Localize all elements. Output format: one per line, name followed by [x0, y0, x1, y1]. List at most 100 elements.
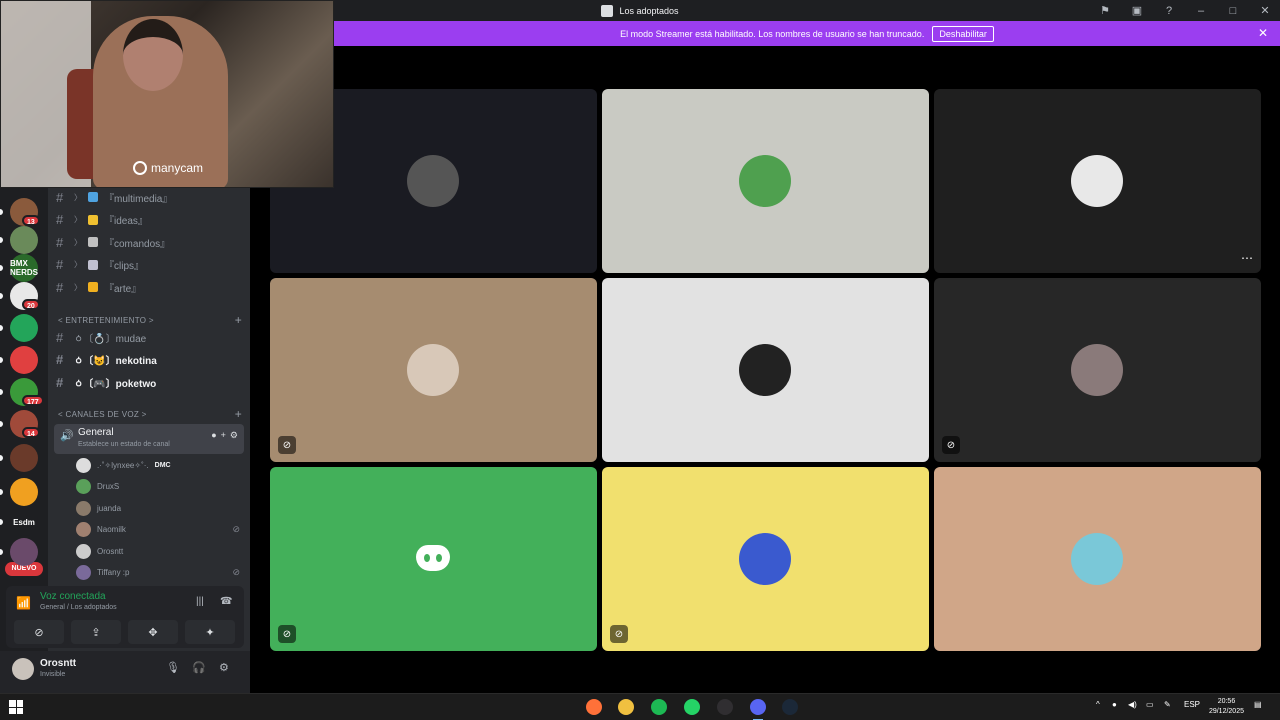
- screen-share-button[interactable]: ⇪: [71, 620, 121, 644]
- files-icon[interactable]: [618, 699, 634, 715]
- participant-tile[interactable]: [602, 278, 929, 462]
- participant-tile[interactable]: ⊘: [270, 467, 597, 651]
- avatar: [76, 500, 91, 516]
- server-icon[interactable]: Esdm: [10, 508, 38, 536]
- muted-icon: ⊘: [232, 567, 240, 577]
- server-icon[interactable]: [10, 444, 38, 472]
- noise-suppression-icon[interactable]: |||: [196, 596, 204, 607]
- pen-icon[interactable]: ✎: [1164, 700, 1171, 709]
- signal-icon[interactable]: 📶: [16, 596, 31, 610]
- title-actions: ⚑ ▣ ? – □ ✕: [1098, 0, 1272, 21]
- participant-tile[interactable]: ⊘: [602, 467, 929, 651]
- text-channel[interactable]: # 〉 『arte』: [56, 277, 244, 297]
- streamer-mode-banner: El modo Streamer está habilitado. Los no…: [334, 21, 1280, 46]
- close-icon[interactable]: ✕: [1258, 4, 1272, 18]
- more-options-icon[interactable]: ⋯: [1241, 251, 1253, 265]
- voice-user[interactable]: Naomilk ⊘: [76, 520, 244, 540]
- windows-start-icon[interactable]: [9, 700, 23, 714]
- discord-icon[interactable]: [750, 699, 766, 720]
- language-indicator[interactable]: ESP: [1184, 700, 1200, 709]
- voice-channel-general[interactable]: 🔊 General Establece un estado de canal ●…: [54, 424, 244, 454]
- avatar[interactable]: [12, 658, 34, 680]
- user-name[interactable]: Orosntt: [40, 658, 76, 669]
- add-channel-icon[interactable]: +: [235, 407, 242, 421]
- add-member-icon[interactable]: +: [221, 430, 226, 441]
- muted-icon: ⊘: [610, 625, 628, 643]
- chevron-up-icon[interactable]: ^: [1096, 700, 1100, 709]
- inbox-icon[interactable]: ⚑: [1098, 4, 1112, 18]
- unread-pip: [0, 549, 3, 555]
- hash-icon: #: [56, 212, 64, 228]
- whatsapp-icon[interactable]: [684, 699, 700, 715]
- obs-icon[interactable]: [717, 699, 733, 715]
- webcam-overlay: manycam: [0, 0, 334, 188]
- server-icon[interactable]: BMX NERDS: [10, 254, 38, 282]
- user-status: Invisible: [40, 671, 66, 678]
- unread-pip: [0, 489, 3, 495]
- voice-connected-location[interactable]: General / Los adoptados: [40, 604, 117, 611]
- muted-icon: ⊘: [942, 436, 960, 454]
- banner-close-icon[interactable]: ✕: [1258, 26, 1268, 40]
- participant-tile[interactable]: ⋯: [934, 89, 1261, 273]
- server-icon[interactable]: [10, 346, 38, 374]
- headphones-icon[interactable]: 🎧: [192, 661, 206, 674]
- unread-pip: [0, 357, 3, 363]
- chat-icon[interactable]: ●: [211, 430, 216, 441]
- webcam-watermark-text: manycam: [151, 161, 204, 175]
- server-icon[interactable]: [10, 538, 38, 566]
- help-icon[interactable]: ?: [1162, 4, 1176, 18]
- text-channel[interactable]: # ㆁ〔🎮〕poketwo: [56, 372, 244, 392]
- channel-status-placeholder[interactable]: Establece un estado de canal: [78, 441, 170, 448]
- mic-tray-icon[interactable]: ●: [1112, 700, 1117, 709]
- participant-tile[interactable]: [934, 467, 1261, 651]
- clock-date: 29/12/2025: [1208, 708, 1244, 715]
- screen-icon[interactable]: ▣: [1130, 4, 1144, 18]
- taskbar-clock[interactable]: 20:56 29/12/2025: [1209, 697, 1244, 717]
- avatar: [1071, 344, 1123, 396]
- server-icon[interactable]: [10, 478, 38, 506]
- disconnect-icon[interactable]: ☎: [220, 596, 232, 607]
- settings-icon[interactable]: ⚙: [230, 430, 238, 441]
- voice-user[interactable]: Orosntt: [76, 541, 244, 561]
- category-entertainment[interactable]: < ENTRETENIMIENTO > +: [58, 313, 242, 327]
- add-channel-icon[interactable]: +: [235, 313, 242, 327]
- soundboard-button[interactable]: ✦: [185, 620, 235, 644]
- server-icon[interactable]: [10, 314, 38, 342]
- channel-name: ㆁ〔💍〕mudae: [74, 333, 147, 345]
- voice-user-name: .·˚✧lynxee✧˚·.: [97, 460, 149, 470]
- volume-icon[interactable]: ◀): [1128, 700, 1137, 709]
- activities-button[interactable]: ✥: [128, 620, 178, 644]
- text-channel[interactable]: # 〉 『ideas』: [56, 210, 244, 230]
- chevron-right-icon: 〉: [74, 282, 82, 292]
- voice-user[interactable]: DruxS: [76, 477, 244, 497]
- participant-tile[interactable]: ⊘: [270, 278, 597, 462]
- server-icon[interactable]: [10, 226, 38, 254]
- participant-tile[interactable]: [602, 89, 929, 273]
- maximize-icon[interactable]: □: [1226, 4, 1240, 18]
- text-channel[interactable]: # ㆁ〔😺〕nekotina: [56, 350, 244, 370]
- microphone-icon[interactable]: 🎙: [166, 661, 180, 674]
- steam-icon[interactable]: [782, 699, 798, 715]
- voice-user[interactable]: juanda: [76, 498, 244, 518]
- minimize-icon[interactable]: –: [1194, 4, 1208, 18]
- participant-tile[interactable]: ⊘: [934, 278, 1261, 462]
- voice-connected-title[interactable]: Voz conectada: [40, 591, 106, 602]
- text-channel[interactable]: # 〉 『multimedia』: [56, 187, 244, 207]
- notifications-icon[interactable]: ▤: [1254, 700, 1262, 709]
- firefox-icon[interactable]: [586, 699, 602, 715]
- text-channel[interactable]: # 〉 『comandos』: [56, 232, 244, 252]
- user-settings-icon[interactable]: ⚙: [219, 661, 229, 674]
- disable-streamer-button[interactable]: Deshabilitar: [932, 25, 994, 42]
- voice-user[interactable]: Tiffany :p ⊘: [76, 563, 244, 583]
- voice-user[interactable]: .·˚✧lynxee✧˚·. DMC: [76, 455, 244, 475]
- spotify-icon[interactable]: [651, 699, 667, 715]
- text-channel[interactable]: # 〉 『clips』: [56, 255, 244, 275]
- camera-off-button[interactable]: ⊘: [14, 620, 64, 644]
- voice-user-name: Orosntt: [97, 546, 124, 556]
- hash-icon: #: [56, 352, 64, 368]
- network-icon[interactable]: ▭: [1146, 700, 1154, 709]
- avatar: [407, 155, 459, 207]
- category-voice[interactable]: < CANALES DE VOZ > +: [58, 407, 242, 421]
- text-channel[interactable]: # ㆁ〔💍〕mudae: [56, 327, 244, 347]
- hash-icon: #: [56, 257, 64, 273]
